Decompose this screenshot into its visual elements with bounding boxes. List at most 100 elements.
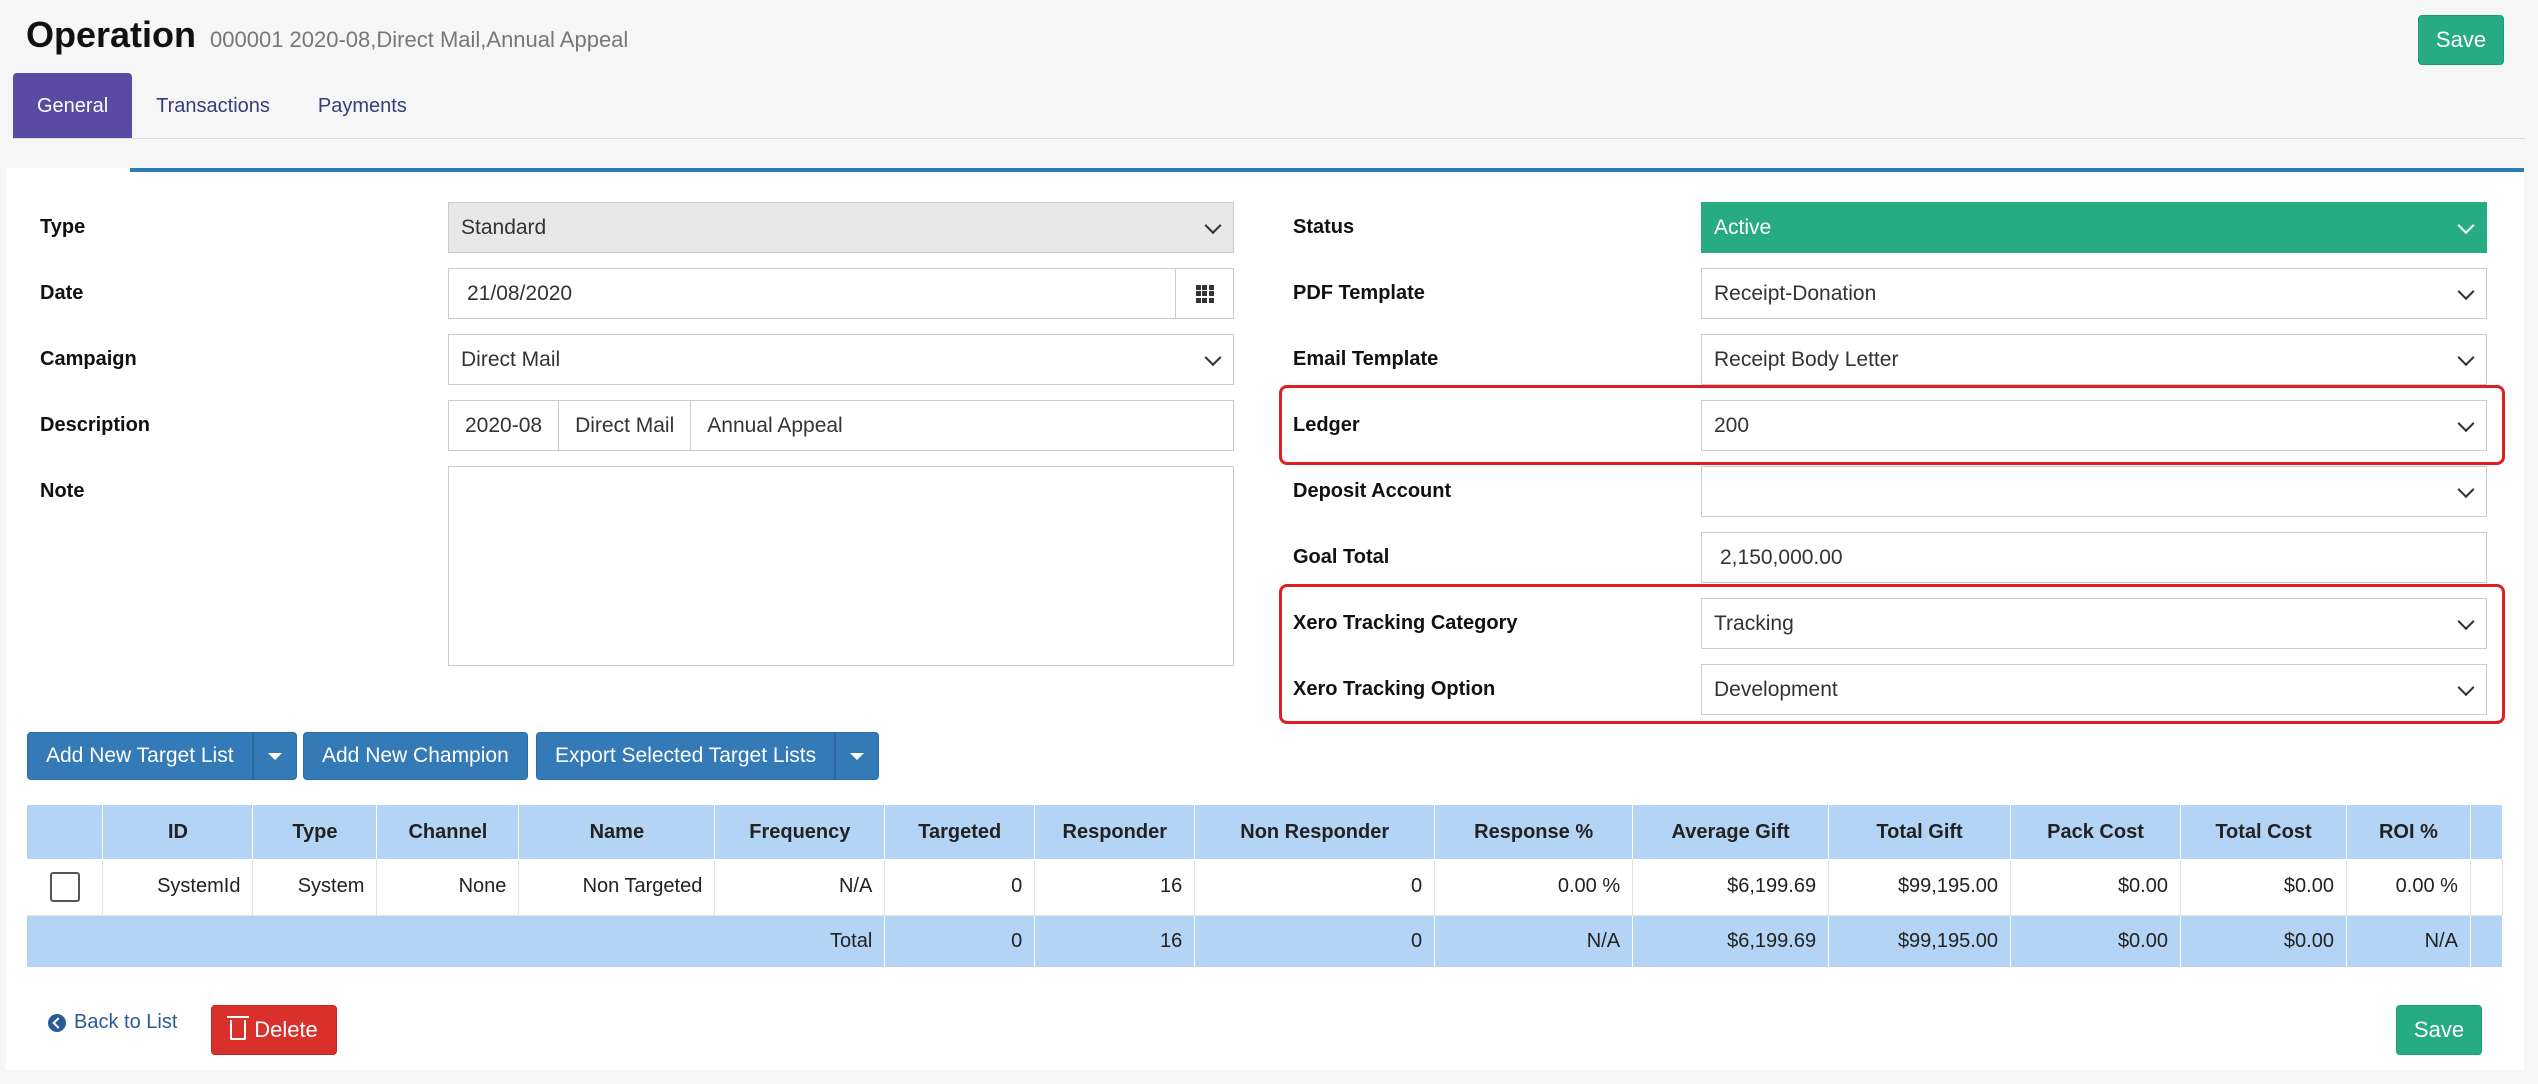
total-pack-cost: $0.00: [2010, 915, 2181, 967]
table-total-row: Total 0 16 0 N/A $6,199.69 $99,195.00 $0…: [27, 915, 2504, 967]
header-targeted[interactable]: Targeted: [884, 805, 1036, 859]
email-template-select[interactable]: Receipt Body Letter: [1701, 334, 2487, 385]
cell-responder: 16: [1034, 859, 1196, 916]
cell-type: System: [252, 859, 378, 916]
header-total-gift[interactable]: Total Gift: [1828, 805, 2012, 859]
tab-transactions[interactable]: Transactions: [132, 73, 294, 139]
status-label: Status: [1293, 216, 1355, 238]
campaign-select[interactable]: Direct Mail: [448, 334, 1234, 385]
cell-non-responder: 0: [1194, 859, 1436, 916]
delete-button[interactable]: Delete: [211, 1005, 337, 1055]
cell-name: Non Targeted: [518, 859, 716, 916]
cell-average-gift: $6,199.69: [1632, 859, 1830, 916]
pdf-template-value: Receipt-Donation: [1714, 281, 1877, 305]
email-template-label: Email Template: [1293, 348, 1439, 370]
date-input-value: 21/08/2020: [467, 281, 573, 305]
trash-icon: [227, 1016, 250, 1040]
cell-frequency: N/A: [714, 859, 886, 916]
type-select-value: Standard: [461, 215, 547, 239]
date-label: Date: [40, 282, 84, 304]
chevron-down-icon: [1204, 348, 1222, 366]
chevron-down-icon: [1204, 216, 1222, 234]
header-scroll-spacer: [2470, 805, 2504, 859]
save-button-bottom[interactable]: Save: [2396, 1005, 2482, 1055]
total-targeted: 0: [884, 915, 1036, 967]
add-target-list-dropdown-toggle[interactable]: [252, 732, 297, 780]
tabs-divider: [13, 138, 2525, 139]
calendar-grid-icon: [1195, 284, 1214, 303]
page-subtitle: 000001 2020-08,Direct Mail,Annual Appeal: [210, 27, 629, 52]
description-part-period[interactable]: 2020-08: [449, 401, 560, 450]
cell-targeted: 0: [884, 859, 1036, 916]
export-target-lists-group: Export Selected Target Lists: [536, 732, 880, 780]
tab-payments[interactable]: Payments: [294, 73, 431, 139]
back-to-list-label: Back to List: [74, 1011, 178, 1033]
add-new-target-list-button[interactable]: Add New Target List: [27, 732, 253, 780]
ledger-highlight-box: [1279, 385, 2505, 465]
status-select-value: Active: [1714, 215, 1772, 239]
header-non-responder[interactable]: Non Responder: [1194, 805, 1436, 859]
export-dropdown-toggle[interactable]: [835, 732, 880, 780]
tab-bar: General Transactions Payments: [13, 73, 431, 139]
chevron-down-icon: [2457, 480, 2475, 498]
cell-roi-pct: 0.00 %: [2346, 859, 2471, 916]
cell-total-gift: $99,195.00: [1828, 859, 2012, 916]
cell-pack-cost: $0.00: [2010, 859, 2181, 916]
header-frequency[interactable]: Frequency: [714, 805, 886, 859]
table-row[interactable]: SystemId System None Non Targeted N/A 0 …: [27, 859, 2504, 916]
header-id[interactable]: ID: [102, 805, 254, 859]
total-non-responder: 0: [1194, 915, 1436, 967]
date-input[interactable]: 21/08/2020: [448, 268, 1234, 319]
cell-total-cost: $0.00: [2180, 859, 2347, 916]
status-select[interactable]: Active: [1701, 202, 2487, 253]
type-select[interactable]: Standard: [448, 202, 1234, 253]
add-target-list-group: Add New Target List: [27, 732, 297, 780]
xero-tracking-highlight-box: [1279, 584, 2505, 724]
caret-down-icon: [267, 752, 282, 760]
campaign-select-value: Direct Mail: [461, 347, 561, 371]
header-pack-cost[interactable]: Pack Cost: [2010, 805, 2181, 859]
description-part-name[interactable]: Annual Appeal: [691, 401, 1233, 450]
add-champion-group: Add New Champion: [303, 732, 528, 780]
campaign-label: Campaign: [40, 348, 137, 370]
header-response-pct[interactable]: Response %: [1434, 805, 1634, 859]
header-type[interactable]: Type: [252, 805, 378, 859]
note-textarea[interactable]: [448, 466, 1234, 666]
back-to-list-link[interactable]: Back to List: [48, 1011, 177, 1034]
description-group: 2020-08 Direct Mail Annual Appeal: [448, 400, 1234, 451]
pdf-template-select[interactable]: Receipt-Donation: [1701, 268, 2487, 319]
save-button-top[interactable]: Save: [2418, 15, 2504, 65]
page-header: Operation 000001 2020-08,Direct Mail,Ann…: [26, 14, 628, 64]
header-channel[interactable]: Channel: [376, 805, 520, 859]
header-average-gift[interactable]: Average Gift: [1632, 805, 1830, 859]
page-title: Operation: [26, 14, 197, 55]
email-template-value: Receipt Body Letter: [1714, 347, 1899, 371]
chevron-down-icon: [2457, 216, 2475, 234]
row-select-cell: [27, 859, 104, 916]
header-name[interactable]: Name: [518, 805, 716, 859]
description-label: Description: [40, 414, 151, 436]
header-roi-pct[interactable]: ROI %: [2346, 805, 2471, 859]
pdf-template-label: PDF Template: [1293, 282, 1425, 304]
arrow-circle-left-icon: [48, 1013, 66, 1032]
cell-response-pct: 0.00 %: [1434, 859, 1634, 916]
add-new-champion-button[interactable]: Add New Champion: [303, 732, 528, 780]
table-header-row: ID Type Channel Name Frequency Targeted …: [27, 805, 2504, 859]
total-total-cost: $0.00: [2180, 915, 2347, 967]
tab-general[interactable]: General: [13, 73, 133, 139]
type-label: Type: [40, 216, 86, 238]
target-lists-table: ID Type Channel Name Frequency Targeted …: [27, 805, 2504, 967]
note-label: Note: [40, 480, 85, 502]
goal-total-value: 2,150,000.00: [1720, 545, 1843, 569]
export-selected-target-lists-button[interactable]: Export Selected Target Lists: [536, 732, 836, 780]
total-total-gift: $99,195.00: [1828, 915, 2012, 967]
header-total-cost[interactable]: Total Cost: [2180, 805, 2347, 859]
cell-id: SystemId: [102, 859, 254, 916]
description-part-campaign[interactable]: Direct Mail: [559, 401, 692, 450]
header-responder[interactable]: Responder: [1034, 805, 1196, 859]
goal-total-input[interactable]: 2,150,000.00: [1701, 532, 2487, 583]
deposit-account-select[interactable]: [1701, 466, 2487, 517]
total-roi-pct: N/A: [2346, 915, 2471, 967]
calendar-button[interactable]: [1175, 269, 1233, 318]
row-checkbox[interactable]: [49, 871, 80, 902]
